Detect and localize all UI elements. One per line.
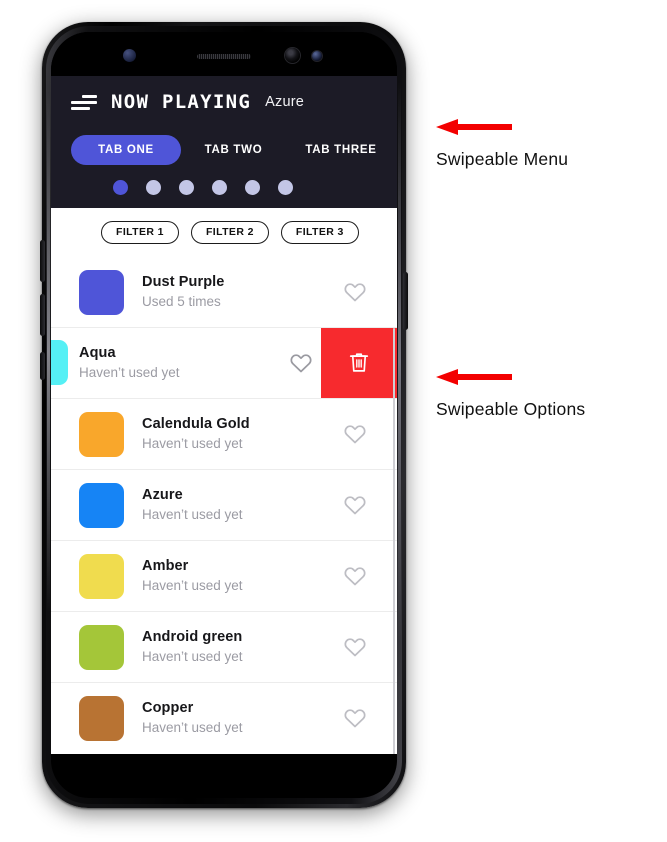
app-bar-row: NOW PLAYING Azure: [51, 76, 397, 128]
page-dot-4[interactable]: [212, 179, 227, 195]
list-item-title: Aqua: [79, 344, 116, 361]
annotation-label: Swipeable Menu: [436, 149, 569, 169]
vertical-scrollbar[interactable]: [392, 328, 395, 754]
delete-button[interactable]: [321, 328, 397, 398]
tab-bar: TAB ONE TAB TWO TAB THREE: [51, 128, 397, 172]
proximity-sensor-icon: [123, 49, 136, 62]
list-item[interactable]: Azure Haven’t used yet: [51, 469, 397, 540]
page-subtitle: Azure: [265, 94, 305, 110]
list-item[interactable]: Amber Haven’t used yet: [51, 540, 397, 611]
list-item[interactable]: Dust Purple Used 5 times: [51, 257, 397, 327]
tab-two[interactable]: TAB TWO: [181, 144, 286, 156]
list-item[interactable]: Calendula Gold Haven’t used yet: [51, 398, 397, 469]
list-item-subtitle: Haven’t used yet: [142, 648, 243, 664]
page-indicator[interactable]: [51, 172, 397, 202]
list-item-title: Android green: [142, 628, 243, 645]
filter-chip-2[interactable]: FILTER 2: [190, 221, 269, 244]
screenshot-canvas: NOW PLAYING Azure TAB ONE TAB TWO TAB TH…: [0, 0, 667, 842]
list-item-subtitle: Haven’t used yet: [142, 506, 243, 522]
tab-one[interactable]: TAB ONE: [71, 135, 181, 165]
assistant-button[interactable]: [40, 352, 45, 380]
list-item-title: Azure: [142, 486, 183, 503]
color-swatch: [79, 624, 124, 670]
page-dot-6[interactable]: [278, 179, 293, 195]
annotation-label: Swipeable Options: [436, 399, 586, 419]
iris-scanner-icon: [312, 51, 322, 61]
page-dot-2[interactable]: [146, 179, 161, 195]
list-item-subtitle: Haven’t used yet: [142, 719, 243, 735]
volume-down-button[interactable]: [40, 294, 45, 336]
heart-outline-icon[interactable]: [343, 493, 367, 517]
filter-chip-3[interactable]: FILTER 3: [280, 221, 359, 244]
color-swatch: [79, 269, 124, 315]
list-item-subtitle: Used 5 times: [142, 293, 221, 309]
annotation-swipeable-menu: Swipeable Menu: [436, 119, 568, 170]
heart-outline-icon[interactable]: [343, 564, 367, 588]
list-item-text: Android green Haven’t used yet: [124, 628, 343, 666]
list-item-swiped[interactable]: Aqua Haven’t used yet: [51, 327, 397, 398]
list-item-text: Copper Haven’t used yet: [124, 699, 343, 737]
list-item-text: Calendula Gold Haven’t used yet: [124, 415, 343, 453]
list-item[interactable]: Copper Haven’t used yet: [51, 682, 397, 753]
color-swatch: [51, 340, 68, 385]
list-item-subtitle: Haven’t used yet: [79, 364, 180, 380]
list-item-title: Copper: [142, 699, 194, 716]
list-item-title: Dust Purple: [142, 273, 225, 290]
front-camera-icon: [285, 48, 300, 63]
phone-top-bezel: [51, 32, 397, 76]
list-item-title: Amber: [142, 557, 189, 574]
earpiece-speaker-icon: [197, 54, 251, 59]
power-button[interactable]: [403, 272, 408, 330]
phone-edge-highlight-right: [398, 82, 401, 642]
heart-outline-icon[interactable]: [343, 422, 367, 446]
filter-chip-row: FILTER 1 FILTER 2 FILTER 3: [51, 208, 397, 257]
hamburger-menu-icon[interactable]: [71, 94, 97, 110]
heart-outline-icon[interactable]: [343, 706, 367, 730]
color-list: Dust Purple Used 5 times Aqua Haven’t us…: [51, 257, 397, 753]
page-title: NOW PLAYING: [111, 91, 252, 113]
list-item-text: Dust Purple Used 5 times: [124, 273, 343, 311]
list-item-text: Amber Haven’t used yet: [124, 557, 343, 595]
heart-outline-icon[interactable]: [289, 351, 313, 375]
color-swatch: [79, 695, 124, 741]
phone-device-frame: NOW PLAYING Azure TAB ONE TAB TWO TAB TH…: [40, 22, 408, 808]
heart-outline-icon[interactable]: [343, 635, 367, 659]
app-screen: NOW PLAYING Azure TAB ONE TAB TWO TAB TH…: [51, 76, 397, 754]
list-item-title: Calendula Gold: [142, 415, 250, 432]
list-item-text: Azure Haven’t used yet: [124, 486, 343, 524]
tab-three[interactable]: TAB THREE: [286, 144, 396, 156]
list-item-subtitle: Haven’t used yet: [142, 435, 243, 451]
filter-chip-1[interactable]: FILTER 1: [101, 221, 179, 244]
page-dot-5[interactable]: [245, 179, 260, 195]
phone-display: NOW PLAYING Azure TAB ONE TAB TWO TAB TH…: [51, 32, 397, 798]
heart-outline-icon[interactable]: [343, 280, 367, 304]
list-item[interactable]: Android green Haven’t used yet: [51, 611, 397, 682]
list-item-subtitle: Haven’t used yet: [142, 577, 243, 593]
app-bar: NOW PLAYING Azure TAB ONE TAB TWO TAB TH…: [51, 76, 397, 208]
color-swatch: [79, 553, 124, 599]
color-swatch: [79, 411, 124, 457]
volume-up-button[interactable]: [40, 240, 45, 282]
phone-edge-highlight-left: [47, 92, 50, 612]
content-area: FILTER 1 FILTER 2 FILTER 3 Dust Purple U…: [51, 208, 397, 754]
page-dot-1[interactable]: [113, 179, 128, 195]
left-arrow-icon: [436, 369, 512, 385]
page-dot-3[interactable]: [179, 179, 194, 195]
annotation-swipeable-options: Swipeable Options: [436, 369, 585, 420]
color-swatch: [79, 482, 124, 528]
trash-icon: [349, 353, 369, 372]
list-item-text: Aqua Haven’t used yet: [51, 344, 289, 382]
left-arrow-icon: [436, 119, 512, 135]
